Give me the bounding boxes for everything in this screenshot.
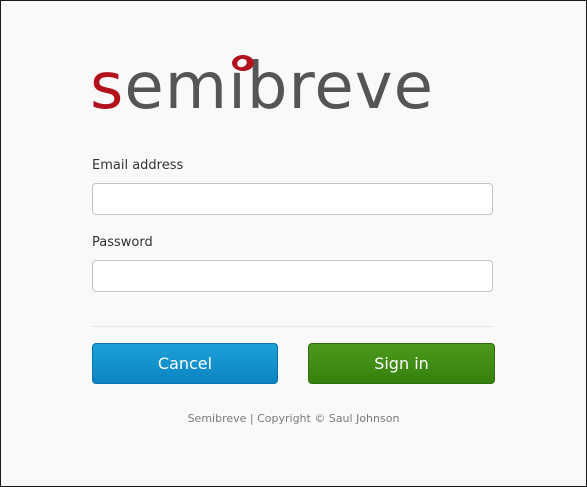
email-field[interactable]: [92, 183, 493, 215]
semibreve-note-icon: [232, 55, 254, 71]
cancel-button[interactable]: Cancel: [92, 343, 278, 384]
logo-wordmark: semıbreve: [90, 51, 434, 123]
password-label: Password: [92, 235, 153, 250]
sign-in-button[interactable]: Sign in: [308, 343, 495, 384]
copyright-footer: Semibreve | Copyright © Saul Johnson: [187, 412, 400, 425]
login-window: semıbreve Email address Password Cancel …: [0, 0, 587, 487]
email-label: Email address: [92, 158, 184, 173]
password-field[interactable]: [92, 260, 493, 292]
semibreve-logo: semıbreve: [90, 51, 500, 123]
form-divider: [92, 326, 494, 327]
cancel-button-label: Cancel: [157, 354, 213, 373]
sign-in-button-label: Sign in: [374, 354, 429, 373]
